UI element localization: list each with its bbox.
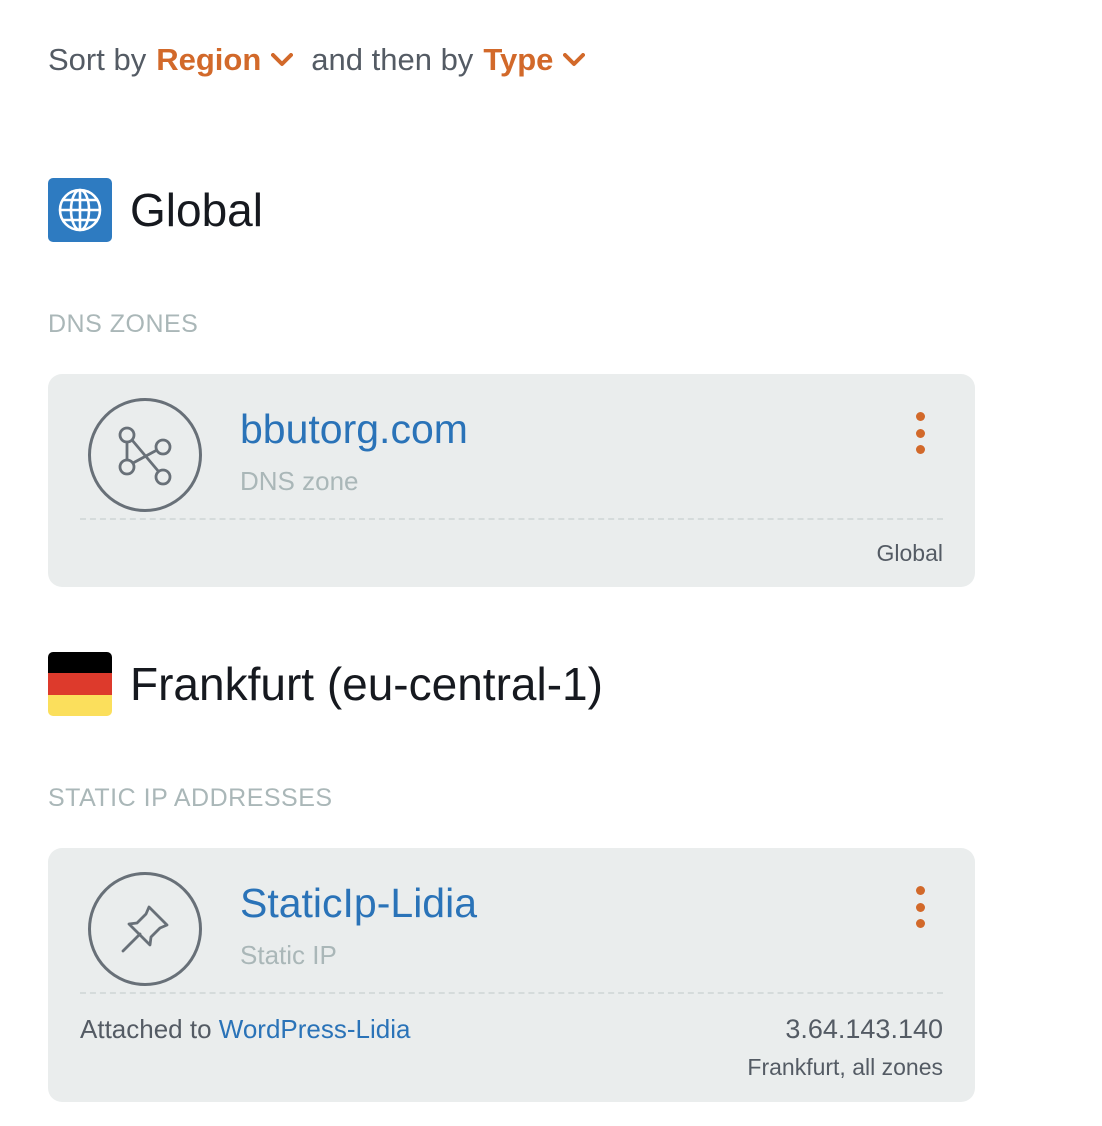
card-divider — [80, 518, 943, 520]
chevron-down-icon — [271, 53, 294, 66]
attached-instance-link[interactable]: WordPress-Lidia — [219, 1014, 411, 1044]
chevron-down-icon — [563, 53, 586, 66]
dns-zone-icon — [88, 398, 202, 512]
resource-type-label: Static IP — [240, 940, 337, 970]
sort-secondary-value: Type — [483, 42, 554, 77]
sort-secondary-dropdown[interactable]: Type — [483, 42, 586, 78]
resource-type-label: DNS zone — [240, 466, 359, 496]
sort-primary-value: Region — [156, 42, 262, 77]
region-header-frankfurt: Frankfurt (eu-central-1) — [48, 652, 603, 716]
more-actions-icon[interactable] — [906, 886, 934, 928]
attached-prefix-label: Attached to — [80, 1014, 212, 1044]
pushpin-icon — [88, 872, 202, 986]
region-title: Frankfurt (eu-central-1) — [130, 658, 603, 710]
resource-location-label: Frankfurt, all zones — [747, 1054, 943, 1080]
resource-card-dns-zone[interactable]: bbutorg.com DNS zone Global — [48, 374, 975, 587]
sort-prefix-label: Sort by — [48, 42, 147, 77]
attached-to-line: Attached to WordPress-Lidia — [80, 1014, 410, 1045]
globe-icon — [48, 178, 112, 242]
germany-flag-icon — [48, 652, 112, 716]
sort-primary-dropdown[interactable]: Region — [156, 42, 294, 78]
region-title: Global — [130, 184, 263, 236]
resource-name-link[interactable]: bbutorg.com — [240, 406, 468, 453]
more-actions-icon[interactable] — [906, 412, 934, 454]
ip-address-value: 3.64.143.140 — [785, 1014, 943, 1044]
resource-name-link[interactable]: StaticIp-Lidia — [240, 880, 477, 927]
section-label-static-ip-addresses: STATIC IP ADDRESSES — [48, 784, 333, 812]
resource-card-static-ip[interactable]: StaticIp-Lidia Static IP Attached to Wor… — [48, 848, 975, 1102]
sort-bar: Sort by Region and then by Type — [48, 36, 586, 84]
region-header-global: Global — [48, 178, 263, 242]
sort-between-label: and then by — [311, 42, 474, 77]
card-divider — [80, 992, 943, 994]
resource-location-label: Global — [876, 540, 943, 566]
section-label-dns-zones: DNS ZONES — [48, 310, 199, 338]
